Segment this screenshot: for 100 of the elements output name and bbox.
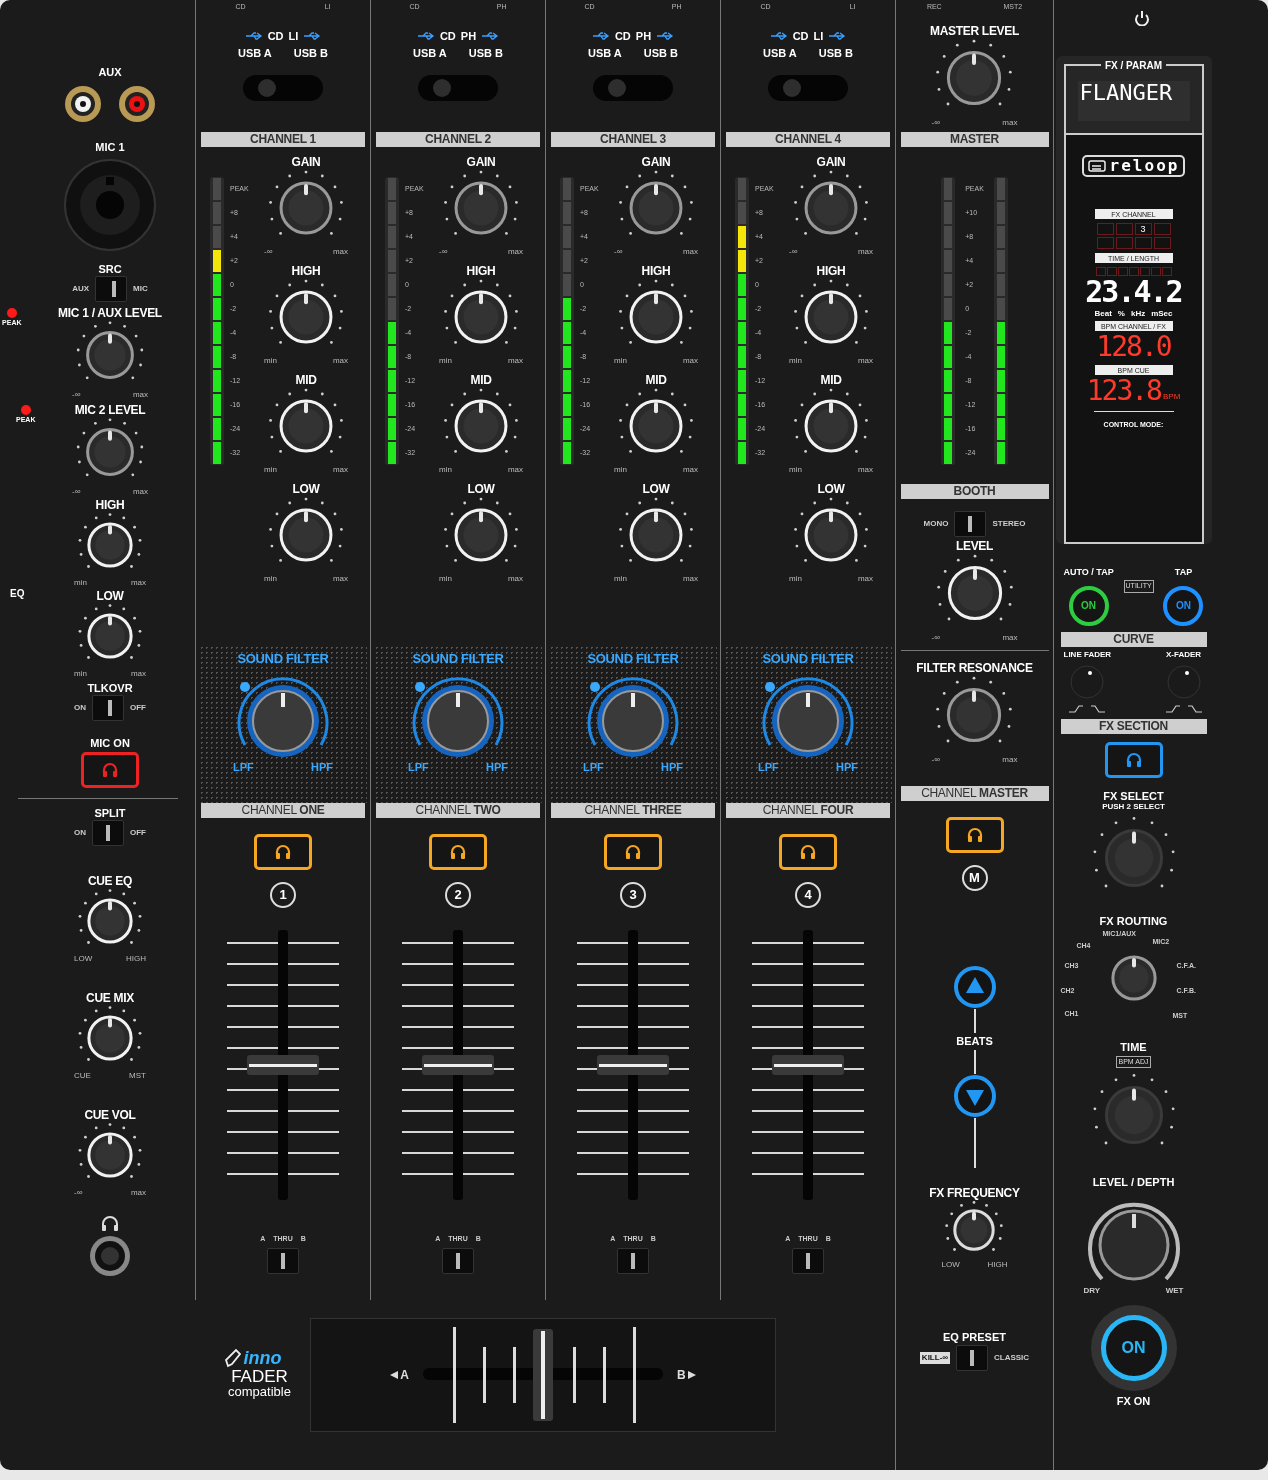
scale-label: MST xyxy=(129,1070,146,1080)
input-selector-switch[interactable] xyxy=(593,75,673,101)
beats-up-button[interactable] xyxy=(952,965,997,1009)
channel-number: 3 xyxy=(620,882,646,908)
headphones-icon xyxy=(101,1214,119,1231)
section-header: MASTER xyxy=(900,132,1049,147)
scale-label: min xyxy=(614,356,627,365)
fader-cap[interactable] xyxy=(597,1055,669,1075)
scale-label: max xyxy=(130,1187,146,1197)
headphones-icon xyxy=(966,827,983,843)
scale-label: -∞ xyxy=(72,390,81,399)
logo-text: FADER xyxy=(231,1368,288,1385)
scale-label: max xyxy=(857,356,873,365)
input-selector-switch[interactable] xyxy=(418,75,498,101)
knob-label: TIME xyxy=(1120,1040,1147,1055)
fx-on-button[interactable]: ON xyxy=(1090,1304,1177,1391)
usb-icon xyxy=(656,32,675,41)
knob-label: HIGH xyxy=(466,264,496,278)
crossfader-assign-switch[interactable] xyxy=(617,1247,649,1274)
scale-label: max xyxy=(1002,755,1018,764)
scale-label: DRY xyxy=(1083,1284,1101,1297)
switch-lever[interactable] xyxy=(112,281,117,297)
scale-label: max xyxy=(132,487,148,496)
power-icon[interactable] xyxy=(1133,10,1150,26)
knob-label: GAIN xyxy=(291,155,321,169)
on-button[interactable]: ON xyxy=(1068,585,1109,626)
crossfader-assign-switch[interactable] xyxy=(442,1247,474,1274)
mic-on-button[interactable] xyxy=(81,751,139,788)
cue-button[interactable] xyxy=(604,834,662,870)
toggle-switch[interactable] xyxy=(92,819,124,846)
scale-label: max xyxy=(1002,633,1018,642)
curve-shape-icon xyxy=(1163,702,1204,713)
switch-lever[interactable] xyxy=(106,824,110,841)
scale-label: -∞ xyxy=(931,118,940,127)
switch-lever[interactable] xyxy=(968,516,973,532)
switch-lever[interactable] xyxy=(281,1252,285,1269)
cue-button[interactable] xyxy=(429,834,487,870)
knob-label: LINE FADER xyxy=(1063,648,1112,661)
toggle-switch[interactable] xyxy=(92,695,124,721)
fader-cap[interactable] xyxy=(247,1055,319,1075)
toggle-switch[interactable] xyxy=(956,1345,988,1371)
beats-down-button[interactable] xyxy=(952,1073,997,1118)
section-label: BEATS xyxy=(956,1034,993,1049)
cue-button[interactable] xyxy=(779,834,837,870)
switch-lever[interactable] xyxy=(456,1252,460,1269)
section-label: MIC 1 xyxy=(95,139,125,155)
knob-label: LOW xyxy=(467,482,495,496)
knob-label: GAIN xyxy=(466,155,496,169)
fader-cap[interactable] xyxy=(422,1055,494,1075)
fader-cap[interactable] xyxy=(772,1055,844,1075)
headphones-icon xyxy=(102,761,118,778)
knob-label: HIGH xyxy=(95,498,125,512)
knob-label: MID xyxy=(470,373,492,387)
lcd-text: FLANGER xyxy=(1077,81,1190,121)
scale-label: max xyxy=(332,465,348,474)
scale-label: -∞ xyxy=(439,247,448,256)
crossfader-cap[interactable] xyxy=(533,1329,553,1421)
section-header: CHANNEL FOUR xyxy=(726,803,890,818)
rca-jack[interactable] xyxy=(118,84,156,123)
scale-label: LPF xyxy=(758,759,779,775)
logo-mark-icon xyxy=(1087,160,1106,172)
knob-label: CUE VOL xyxy=(84,1107,136,1122)
lcd-segment-box xyxy=(1115,223,1133,235)
fx-cue-button[interactable] xyxy=(1104,741,1163,778)
scale-label: min xyxy=(439,356,452,365)
scale-label: min xyxy=(789,465,802,474)
lcd-readout: 123.8 xyxy=(1086,375,1161,407)
cue-button[interactable] xyxy=(945,817,1004,853)
crossfader-assign-switch[interactable] xyxy=(792,1247,824,1274)
switch-lever[interactable] xyxy=(806,1252,810,1269)
switch-option: CLASSIC xyxy=(994,1352,1030,1364)
switch-option: STEREO xyxy=(992,518,1026,530)
switch-option: ON xyxy=(74,702,86,714)
scale-label: HIGH xyxy=(126,953,146,963)
input-selector-switch[interactable] xyxy=(243,75,323,101)
rca-jack[interactable] xyxy=(64,84,102,123)
input-label: CD xyxy=(614,29,631,44)
usb-icon xyxy=(769,32,788,41)
cue-button[interactable] xyxy=(254,834,312,870)
lcd-segment-box xyxy=(1096,237,1114,249)
scale-label: max xyxy=(857,247,873,256)
input-selector-switch[interactable] xyxy=(768,75,848,101)
switch-lever[interactable] xyxy=(107,700,112,716)
lcd-readout: 128.0 xyxy=(1096,331,1171,363)
switch-lever[interactable] xyxy=(970,1350,974,1366)
switch-lever[interactable] xyxy=(631,1252,635,1269)
lcd-segment-box xyxy=(1128,267,1139,276)
headphones-icon xyxy=(800,844,816,860)
section-header: CHANNEL TWO xyxy=(376,803,540,818)
scale-label: min xyxy=(789,574,802,583)
scale-label: LOW xyxy=(74,953,93,963)
scale-label: max xyxy=(332,574,348,583)
headphone-jack[interactable] xyxy=(89,1234,131,1277)
section-header: CHANNEL 4 xyxy=(726,132,890,147)
toggle-switch[interactable] xyxy=(95,276,128,302)
on-button[interactable]: ON xyxy=(1163,585,1204,626)
toggle-switch[interactable] xyxy=(954,511,987,537)
section-header: CHANNEL 1 xyxy=(201,132,365,147)
crossfader-assign-switch[interactable] xyxy=(267,1247,299,1274)
knob-label: FX ROUTING xyxy=(1099,913,1168,929)
